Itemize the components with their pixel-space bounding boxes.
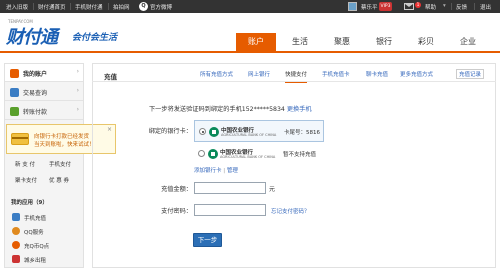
tab-divider xyxy=(92,81,496,82)
sidebar-link-coupons[interactable]: 优 惠 券 xyxy=(49,176,69,184)
logout-link[interactable]: 退出 xyxy=(480,3,491,11)
mail-count-badge: 1 xyxy=(415,2,421,8)
chevron-right-icon: › xyxy=(76,106,79,113)
help-link[interactable]: 帮助 xyxy=(425,3,436,11)
qcoin-icon xyxy=(12,241,20,249)
bank-radio-selected[interactable] xyxy=(199,128,206,135)
tab-online-bank[interactable]: 网上银行 xyxy=(248,70,270,78)
add-card-link[interactable]: 添加银行卡 xyxy=(194,168,222,174)
divider xyxy=(70,3,71,10)
sidebar-link-mobile-pay[interactable]: 手机支付 xyxy=(49,160,71,168)
chevron-right-icon: › xyxy=(76,87,79,94)
tab-recharge-history[interactable]: 充值记录 xyxy=(456,69,485,79)
bank-logo: 中国农业银行 AGRICULTURAL BANK OF CHINA xyxy=(208,148,275,160)
sidebar-item-transfer[interactable]: 转账付款 › xyxy=(5,102,83,120)
tenpay-logo[interactable]: TENPAY.COM 财付通 会付会生活 xyxy=(6,17,131,48)
tab-all-methods[interactable]: 所有充值方式 xyxy=(200,70,233,78)
sidebar-item-label: 交易查询 xyxy=(23,90,48,97)
nav-caibei[interactable]: 彩贝 xyxy=(406,33,446,51)
tab-more-methods[interactable]: 更多充值方式 xyxy=(400,70,433,78)
old-version-link[interactable]: 进入旧版 xyxy=(6,3,28,11)
abc-bank-icon xyxy=(208,149,218,159)
amount-unit: 元 xyxy=(269,186,276,193)
sidebar-link-new-pay[interactable]: 新 支 付 xyxy=(15,160,35,168)
search-icon xyxy=(10,88,19,97)
password-input[interactable] xyxy=(194,204,266,216)
chevron-down-icon[interactable]: ▾ xyxy=(443,3,446,9)
divider xyxy=(451,3,452,10)
nav-enterprise[interactable]: 企业 xyxy=(448,33,488,51)
phone-info-text: 下一步将发送验证码到绑定的手机152*****5834 xyxy=(149,106,285,113)
divider xyxy=(33,3,34,10)
app-phone-recharge[interactable]: 手机充值 xyxy=(24,214,46,222)
transfer-icon xyxy=(10,107,19,116)
amount-input[interactable] xyxy=(194,182,266,194)
top-utility-bar: 进入旧版 财付通首页 手机财付通 拍拍网 Q 官方微博 蔡乐平 VIP3 1 帮… xyxy=(0,0,500,13)
bank-name-en: AGRICULTURAL BANK OF CHINA xyxy=(221,133,277,137)
app-taxi[interactable]: 城乡出租 xyxy=(24,256,46,264)
my-apps-title: 我的应用（9） xyxy=(11,200,48,206)
nav-life[interactable]: 生活 xyxy=(280,33,320,51)
sidebar: 我的账户 › 交易查询 › 转账付款 › 新 支 付 手机支付 聚卡支付 优 惠… xyxy=(4,63,84,268)
logo-tagline: 会付会生活 xyxy=(72,33,118,43)
forgot-password-link[interactable]: 忘记支付密码？ xyxy=(271,207,310,215)
feedback-link[interactable]: 反馈 xyxy=(456,3,467,11)
bank-card-icon xyxy=(11,133,29,145)
sidebar-link-card-pay[interactable]: 聚卡支付 xyxy=(15,176,37,184)
manage-link[interactable]: 管理 xyxy=(227,168,238,174)
bank-name-en: AGRICULTURAL BANK OF CHINA xyxy=(220,155,276,159)
paipai-link[interactable]: 拍拍网 xyxy=(113,3,130,11)
phone-icon xyxy=(12,213,20,221)
bank-option-2[interactable]: 中国农业银行 AGRICULTURAL BANK OF CHINA 暂不支持充值 xyxy=(194,143,324,163)
account-icon xyxy=(10,69,19,78)
card-links: 添加银行卡 | 管理 xyxy=(194,166,238,174)
weibo-link[interactable]: 官方微博 xyxy=(150,3,172,11)
vip-badge[interactable]: VIP3 xyxy=(379,2,392,11)
unsupported-note: 暂不支持充值 xyxy=(283,152,317,158)
nav-bank[interactable]: 银行 xyxy=(364,33,404,51)
promo-line-1: 向银行卡打款已经发货 xyxy=(34,134,90,140)
avatar[interactable] xyxy=(348,2,357,11)
bank-card-label: 绑定的银行卡： xyxy=(148,128,192,135)
nav-deals[interactable]: 聚惠 xyxy=(322,33,362,51)
sidebar-item-transactions[interactable]: 交易查询 › xyxy=(5,83,83,101)
home-link[interactable]: 财付通首页 xyxy=(38,3,66,11)
phone-info: 下一步将发送验证码到绑定的手机152*****5834 更换手机 xyxy=(149,104,312,113)
user-name[interactable]: 蔡乐平 xyxy=(361,3,378,11)
tab-card-recharge[interactable]: 聊卡充值 xyxy=(366,70,388,78)
promo-line-2: 当天到账啦，快来试试！ xyxy=(34,142,95,148)
recharge-panel xyxy=(92,63,496,268)
weibo-icon: Q xyxy=(139,2,148,11)
page-title: 充值 xyxy=(104,73,117,81)
app-qcoin[interactable]: 充Q币Q点 xyxy=(24,242,49,250)
divider xyxy=(108,3,109,10)
logo-text: 财付通 xyxy=(6,27,58,48)
taxi-icon xyxy=(12,255,20,263)
mobile-link[interactable]: 手机财付通 xyxy=(75,3,103,11)
next-button[interactable]: 下一步 xyxy=(193,233,222,247)
password-label: 支付密码： xyxy=(161,208,192,215)
qq-icon xyxy=(12,227,20,235)
sidebar-item-label: 转账付款 xyxy=(23,109,48,116)
nav-account[interactable]: 账户 xyxy=(236,33,276,51)
sidebar-item-my-account[interactable]: 我的账户 › xyxy=(5,64,83,82)
change-phone-link[interactable]: 更换手机 xyxy=(287,106,312,113)
header-divider xyxy=(0,51,500,53)
divider xyxy=(474,3,475,10)
sidebar-item-label: 我的账户 xyxy=(23,71,48,78)
app-qq-service[interactable]: QQ服务 xyxy=(24,228,44,236)
chevron-right-icon: › xyxy=(76,68,79,75)
card-tail: 卡尾号：5816 xyxy=(284,130,320,136)
mail-icon[interactable] xyxy=(404,3,414,10)
bank-logo: 中国农业银行 AGRICULTURAL BANK OF CHINA xyxy=(209,126,276,138)
abc-bank-icon xyxy=(209,127,219,137)
bank-radio[interactable] xyxy=(198,150,205,157)
amount-label: 充值金额： xyxy=(161,186,192,193)
bank-option-1[interactable]: 中国农业银行 AGRICULTURAL BANK OF CHINA 卡尾号：58… xyxy=(194,120,324,142)
tab-phone-card[interactable]: 手机充值卡 xyxy=(322,70,350,78)
